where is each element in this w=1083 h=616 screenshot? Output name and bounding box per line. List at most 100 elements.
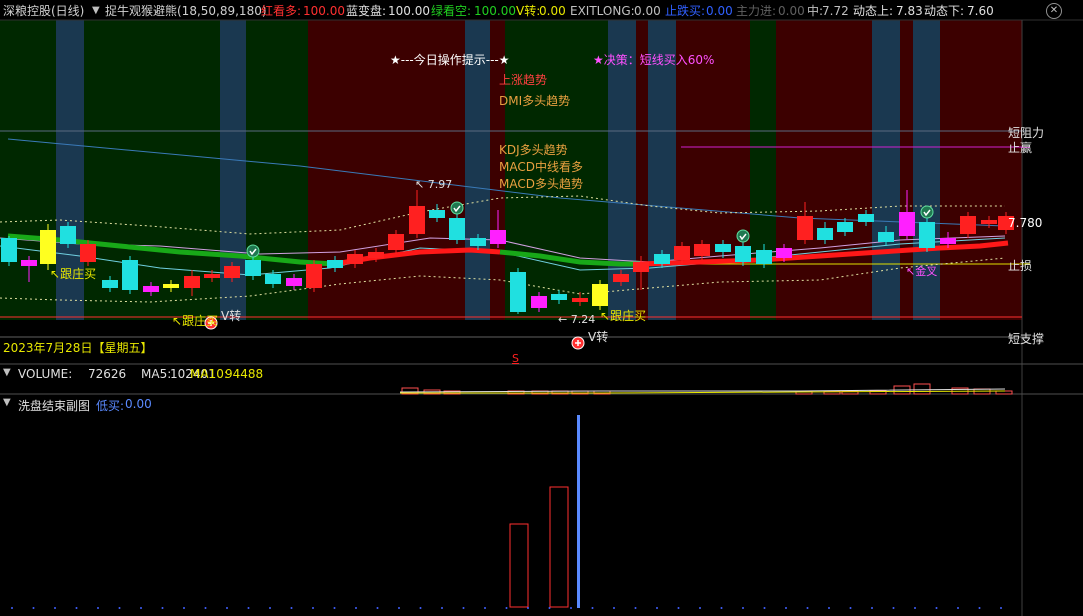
baseline-dot xyxy=(312,607,314,609)
candle-body xyxy=(122,260,138,290)
candle-body xyxy=(981,220,997,224)
baseline-dot xyxy=(269,607,271,609)
candle-body xyxy=(470,238,486,246)
baseline-dot xyxy=(183,607,185,609)
sub-chart-title[interactable]: 洗盘结束副图 xyxy=(18,397,90,414)
baseline-dot xyxy=(677,607,680,609)
mid-label: 中: xyxy=(807,4,824,18)
candle-body xyxy=(674,246,690,260)
baseline-dot xyxy=(742,607,744,609)
candle-body xyxy=(572,298,588,302)
baseline-dot xyxy=(828,607,830,609)
volume-ma10-label: MA10: xyxy=(190,367,228,381)
dyn-down-label: 动态下: xyxy=(924,4,965,18)
baseline-dot xyxy=(935,607,938,609)
volume-bar xyxy=(913,383,931,395)
baseline-dot xyxy=(699,607,701,609)
candle-body xyxy=(327,260,343,268)
main-force-label: 主力进: xyxy=(736,4,777,18)
stop-loss-label: 止损 xyxy=(1008,259,1033,273)
baseline-dot xyxy=(32,607,35,609)
chevron-down-icon[interactable]: ▼ xyxy=(92,3,100,19)
candle-body xyxy=(245,260,261,276)
check-badge-icon xyxy=(246,244,260,258)
v-turn-signal-1: V转 xyxy=(221,309,242,323)
stock-title[interactable]: 深粮控股(日线) xyxy=(3,3,84,19)
baseline-dot xyxy=(763,607,766,609)
candle-body xyxy=(797,216,813,240)
regime-band xyxy=(750,20,776,320)
baseline-dot xyxy=(226,607,228,609)
baseline-dot xyxy=(505,607,508,609)
sub-chart-collapse-icon[interactable]: ▼ xyxy=(3,397,11,408)
red-bull-value: 100.00 xyxy=(303,4,345,18)
today-tip: ★---今日操作提示---★ xyxy=(390,53,510,67)
candle-body xyxy=(490,230,506,244)
follow-buy-signal-2: ↖跟庄买 xyxy=(172,314,219,328)
baseline-dot xyxy=(720,607,723,609)
take-profit-label: 止赢 xyxy=(1008,141,1033,155)
low-buy-bar xyxy=(577,415,580,608)
kdj-text: KDJ多头趋势 xyxy=(499,143,568,157)
candle-body xyxy=(919,222,935,248)
baseline-dot xyxy=(118,607,121,609)
strategy-text: ★决策：短线买入60% xyxy=(593,53,715,67)
dyn-down-value: 7.60 xyxy=(967,4,994,18)
candle-body xyxy=(265,274,281,284)
baseline-dot xyxy=(806,607,809,609)
baseline-dot xyxy=(247,607,250,609)
green-bear-label: 绿看空: xyxy=(431,4,472,18)
regime-band xyxy=(0,20,56,320)
baseline-dot xyxy=(11,607,13,609)
baseline-dot xyxy=(290,607,293,609)
candle-body xyxy=(409,206,425,234)
wash-end-bar xyxy=(549,486,569,608)
follow-buy-text-1: 跟庄买 xyxy=(60,267,97,281)
red-bull-label: 红看多: xyxy=(261,4,302,18)
candle-body xyxy=(510,272,526,312)
candle-body xyxy=(817,228,833,240)
volume-collapse-icon[interactable]: ▼ xyxy=(3,367,11,378)
indicator-name: 捉牛观猴避熊(18,50,89,180) xyxy=(105,4,267,18)
blue-change-value: 100.00 xyxy=(388,4,430,18)
candle-body xyxy=(204,274,220,278)
candle-body xyxy=(368,252,384,258)
candle-body xyxy=(286,278,302,286)
baseline-dot xyxy=(634,607,637,609)
candle-body xyxy=(613,274,629,282)
blue-change-label: 蓝变盘: xyxy=(346,4,387,18)
follow-buy-signal-3: ↖跟庄买 xyxy=(600,309,647,323)
candle-body xyxy=(184,276,200,288)
baseline-dot xyxy=(419,607,422,609)
high-price: 7.97 xyxy=(427,178,453,191)
candle-body xyxy=(715,244,731,252)
candle-body xyxy=(776,248,792,258)
regime-band xyxy=(776,20,872,320)
baseline-dot xyxy=(570,607,572,609)
candle-body xyxy=(21,260,37,266)
follow-buy-text-3: 跟庄买 xyxy=(610,309,647,323)
low-buy-value: 0.00 xyxy=(125,397,152,411)
v-turn-signal-2: V转 xyxy=(588,330,609,344)
baseline-dot xyxy=(613,607,615,609)
volume-value: 72626 xyxy=(88,367,127,381)
candle-body xyxy=(163,284,179,288)
dyn-up-label: 动态上: xyxy=(853,4,894,18)
v-turn-value: 0.00 xyxy=(539,4,566,18)
golden-cross-text: 金叉 xyxy=(915,265,938,278)
close-icon[interactable]: ✕ xyxy=(1046,3,1062,19)
v-turn-label: V转: xyxy=(516,4,541,18)
candle-body xyxy=(878,232,894,242)
trend-up-text: 上涨趋势 xyxy=(499,73,548,87)
check-badge-icon xyxy=(920,205,934,219)
macd-mid-text: MACD中线看多 xyxy=(499,160,583,174)
wash-end-bar xyxy=(509,523,529,608)
s-mark: S xyxy=(512,352,519,365)
candle-body xyxy=(1,238,17,262)
stop-fall-value: 0.00 xyxy=(706,4,733,18)
candle-body xyxy=(735,246,751,262)
short-support-label: 短支撑 xyxy=(1008,332,1045,346)
baseline-dot xyxy=(1000,607,1002,609)
baseline-dot xyxy=(333,607,336,609)
baseline-dot xyxy=(398,607,400,609)
